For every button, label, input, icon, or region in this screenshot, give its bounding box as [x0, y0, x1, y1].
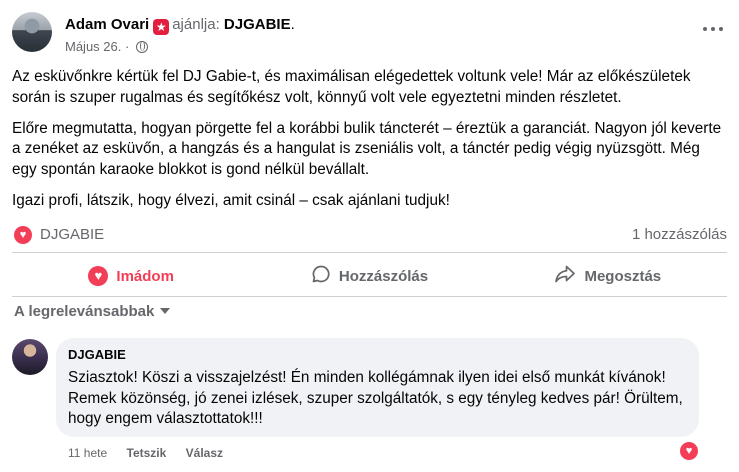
- comment-bubble: DJGABIE Sziasztok! Köszi a visszajelzést…: [56, 338, 699, 437]
- love-reaction-icon[interactable]: [14, 226, 32, 244]
- recommends-text: ajánlja:: [172, 16, 220, 33]
- share-arrow-icon: [554, 264, 576, 288]
- heart-icon: [88, 266, 109, 286]
- dot-icon: [703, 27, 707, 31]
- page-name-link[interactable]: DJGABIE: [224, 16, 291, 33]
- post-meta: Május 26. ·: [65, 39, 148, 54]
- meta-separator: ·: [125, 39, 130, 54]
- love-button[interactable]: Imádom: [12, 258, 250, 294]
- commenter-avatar[interactable]: [12, 339, 48, 375]
- comment-count[interactable]: 1 hozzászólás: [632, 226, 727, 243]
- comment-bubble-icon: [311, 264, 331, 288]
- comment-time[interactable]: 11 hete: [68, 446, 107, 460]
- divider: [12, 296, 727, 297]
- comment-like-button[interactable]: Tetszik: [127, 446, 167, 460]
- reactions-summary: DJGABIE 1 hozzászólás: [12, 224, 727, 246]
- page-suffix: .: [290, 16, 295, 33]
- dot-icon: [711, 27, 715, 31]
- comment-author[interactable]: DJGABIE: [68, 347, 687, 363]
- post-date[interactable]: Május 26.: [65, 39, 121, 54]
- recommend-star-icon: ★: [153, 19, 170, 35]
- sort-label: A legrelevánsabbak: [14, 303, 155, 320]
- share-button-label: Megosztás: [584, 267, 662, 285]
- post-body: Az esküvőnkre kértük fel DJ Gabie-t, és …: [12, 67, 727, 222]
- comment-text: Sziasztok! Köszi a visszajelzést! Én min…: [68, 369, 683, 427]
- share-button[interactable]: Megosztás: [489, 258, 727, 294]
- comment-love-reaction-icon[interactable]: [680, 442, 698, 460]
- author-line: Adam Ovari ★ ajánlja: DJGABIE.: [65, 16, 295, 35]
- post-paragraph: Előre megmutatta, hogyan pörgette fel a …: [12, 119, 722, 178]
- comment-reply-button[interactable]: Válasz: [186, 446, 223, 460]
- post-paragraph: Az esküvőnkre kértük fel DJ Gabie-t, és …: [12, 68, 691, 106]
- more-options-button[interactable]: [703, 24, 723, 34]
- love-button-label: Imádom: [116, 267, 174, 285]
- comment-meta: 11 hete Tetszik Válasz: [68, 446, 239, 460]
- reaction-names[interactable]: DJGABIE: [40, 226, 104, 243]
- divider: [12, 252, 727, 253]
- post-header: Adam Ovari ★ ajánlja: DJGABIE. Május 26. ·: [12, 12, 727, 58]
- comment-button[interactable]: Hozzászólás: [250, 258, 488, 294]
- author-avatar[interactable]: [12, 12, 52, 52]
- action-bar: Imádom Hozzászólás Megosztás: [12, 258, 727, 294]
- author-name[interactable]: Adam Ovari: [65, 16, 149, 33]
- caret-down-icon: [160, 308, 171, 314]
- globe-icon: [135, 41, 148, 53]
- post-paragraph: Igazi profi, látszik, hogy élvezi, amit …: [12, 191, 450, 209]
- comment-button-label: Hozzászólás: [338, 267, 429, 285]
- comment-sort-dropdown[interactable]: A legrelevánsabbak: [14, 303, 171, 320]
- dot-icon: [719, 27, 723, 31]
